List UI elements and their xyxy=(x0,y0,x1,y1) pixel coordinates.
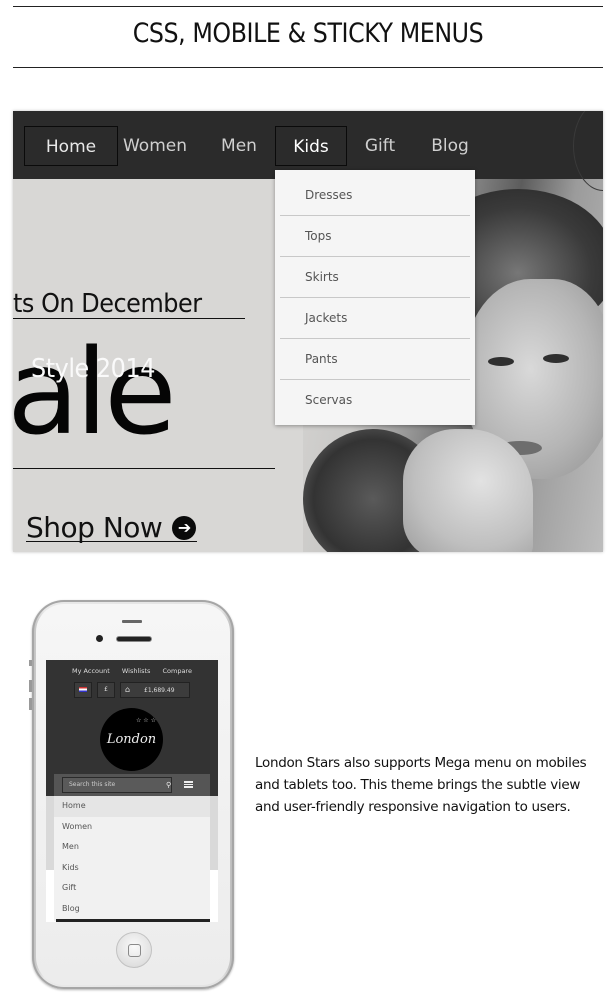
hamburger-menu-icon[interactable] xyxy=(184,781,193,788)
page-title: CSS, MOBILE & STICKY MENUS xyxy=(132,18,484,49)
mobile-menu-item-gift[interactable]: Gift xyxy=(54,878,210,899)
mobile-menu-item-home[interactable]: Home xyxy=(54,796,210,817)
header-bottom-divider xyxy=(13,67,603,68)
promo-headline: ts On December xyxy=(13,289,202,319)
phone-mute-switch xyxy=(29,660,32,666)
mobile-menu-description: London Stars also supports Mega menu on … xyxy=(255,755,587,815)
nav-item-gift[interactable]: Gift xyxy=(360,126,400,166)
phone-screen: My Account Wishlists Compare £ ⌂ £1,689.… xyxy=(46,660,218,922)
my-account-link[interactable]: My Account xyxy=(72,667,110,675)
main-navigation: Home Women Men Kids Gift Blog xyxy=(13,111,603,191)
hero-banner: ts On December ale Style 2014 Shop Now ➔… xyxy=(13,111,603,552)
basket-icon: ⌂ xyxy=(125,685,131,694)
kids-dropdown-menu: Dresses Tops Skirts Jackets Pants Scerva… xyxy=(275,170,475,425)
sale-text: ale xyxy=(13,323,177,461)
mobile-menu-item-kids[interactable]: Kids xyxy=(54,858,210,879)
nav-item-men[interactable]: Men xyxy=(213,126,265,166)
style-subtitle: Style 2014 xyxy=(31,354,155,384)
stars-icon: ☆ ☆ ☆ xyxy=(136,717,156,724)
nav-item-kids[interactable]: Kids xyxy=(275,126,347,166)
us-flag-icon xyxy=(79,687,87,692)
dropdown-item-scervas[interactable]: Scervas xyxy=(280,380,470,421)
search-icon[interactable]: ⚲ xyxy=(166,777,176,793)
phone-earpiece xyxy=(116,636,152,642)
shop-now-label: Shop Now xyxy=(26,511,163,544)
sale-underline xyxy=(13,468,275,469)
cart-total: £1,689.49 xyxy=(144,687,175,694)
phone-camera xyxy=(96,635,103,642)
phone-mockup: My Account Wishlists Compare £ ⌂ £1,689.… xyxy=(29,600,234,989)
phone-volume-up xyxy=(29,680,32,692)
nav-item-blog[interactable]: Blog xyxy=(427,126,473,166)
wishlists-link[interactable]: Wishlists xyxy=(122,667,151,675)
header-top-divider xyxy=(13,6,603,7)
dropdown-item-pants[interactable]: Pants xyxy=(280,339,470,380)
phone-home-button xyxy=(116,932,152,968)
shop-now-underline xyxy=(26,541,197,542)
nav-item-home[interactable]: Home xyxy=(24,126,118,166)
mobile-menu-item-men[interactable]: Men xyxy=(54,837,210,858)
language-selector[interactable] xyxy=(74,682,92,698)
dropdown-item-jackets[interactable]: Jackets xyxy=(280,298,470,339)
currency-selector[interactable]: £ xyxy=(97,682,115,698)
phone-sensor xyxy=(122,620,142,623)
mobile-search-input[interactable]: Search this site xyxy=(62,777,172,793)
shop-now-button[interactable]: Shop Now ➔ xyxy=(26,511,197,544)
nav-item-women[interactable]: Women xyxy=(121,126,189,166)
dropdown-item-skirts[interactable]: Skirts xyxy=(280,257,470,298)
mobile-menu-item-women[interactable]: Women xyxy=(54,817,210,838)
mobile-menu-item-blog[interactable]: Blog xyxy=(54,899,210,920)
dropdown-item-dresses[interactable]: Dresses xyxy=(280,175,470,216)
phone-volume-down xyxy=(29,698,32,710)
london-logo[interactable]: London ☆ ☆ ☆ xyxy=(100,708,163,771)
mobile-top-links: My Account Wishlists Compare xyxy=(46,667,218,675)
promo-underline xyxy=(13,318,245,319)
dropdown-item-tops[interactable]: Tops xyxy=(280,216,470,257)
compare-link[interactable]: Compare xyxy=(162,667,192,675)
mobile-menu: Home Women Men Kids Gift Blog xyxy=(54,796,210,921)
cart-button[interactable]: ⌂ £1,689.49 xyxy=(120,682,190,698)
arrow-circle-right-icon: ➔ xyxy=(172,515,197,540)
